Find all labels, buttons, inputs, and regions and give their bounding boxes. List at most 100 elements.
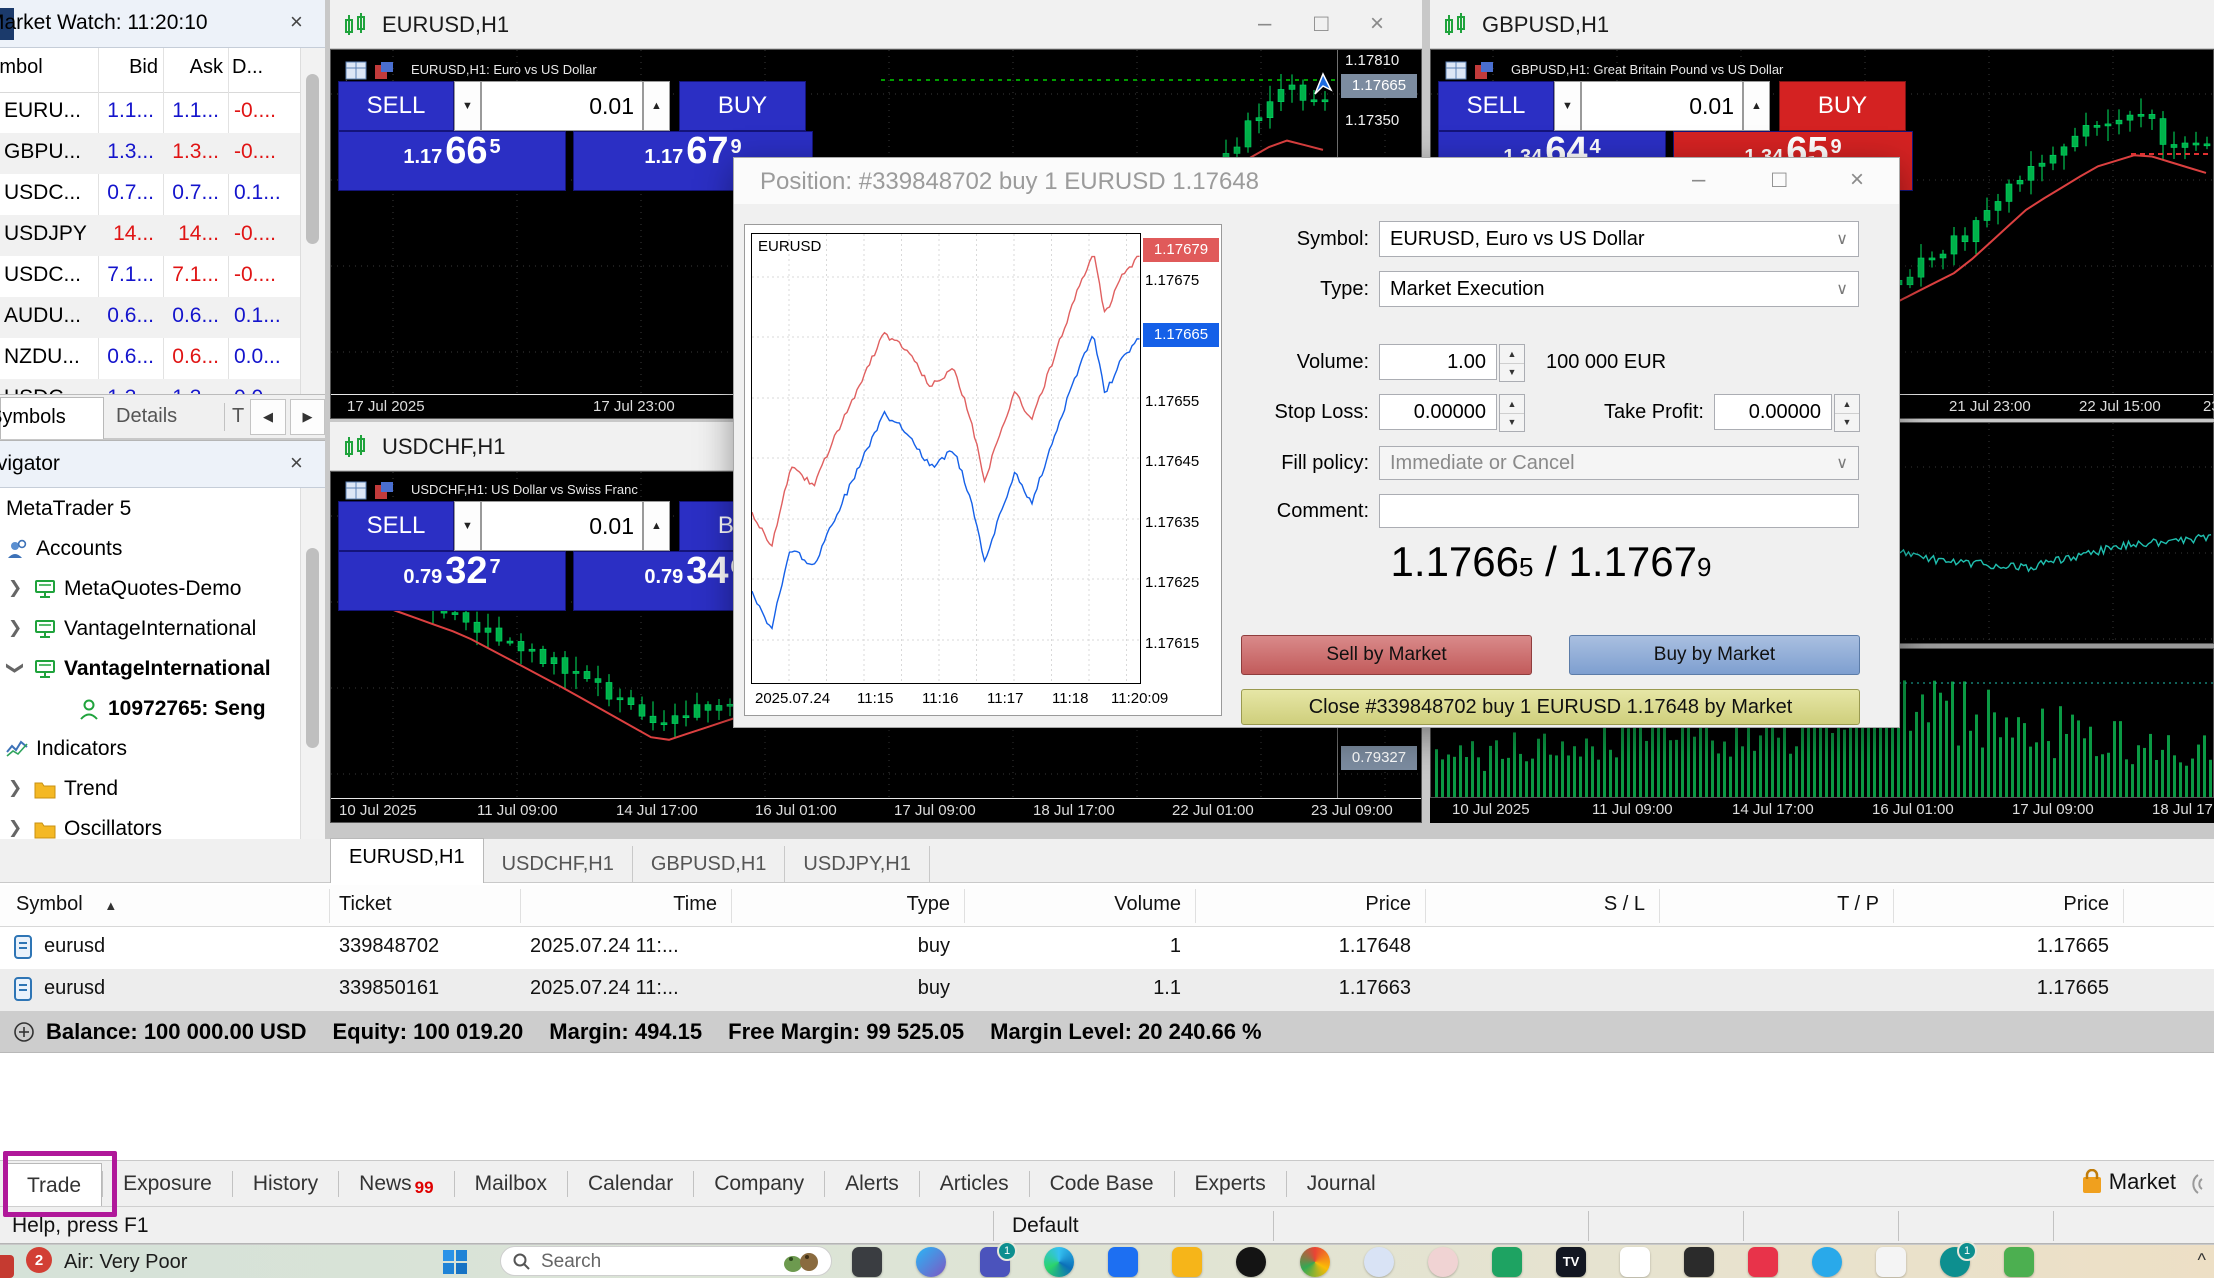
tab-scroll-left-icon[interactable]: ◀	[250, 399, 286, 435]
chart-tab-eurusd-h1[interactable]: EURUSD,H1	[330, 838, 484, 883]
col-header-s-l[interactable]: S / L	[1425, 893, 1645, 916]
tab-symbols[interactable]: Symbols	[0, 397, 104, 439]
market-watch-row[interactable]: USDC...0.7...0.7...0.1...	[0, 174, 300, 215]
search-input[interactable]: Search	[500, 1246, 832, 1276]
expander-icon[interactable]: ❯	[5, 661, 25, 675]
tree-item-vantageinternational[interactable]: ❯VantageInternational	[0, 610, 300, 650]
toolbox-tab-news[interactable]: News99	[339, 1162, 453, 1206]
col-header-t-p[interactable]: T / P	[1659, 893, 1879, 916]
volume-up-icon[interactable]: ▲	[643, 81, 670, 131]
chart-tab-gbpusd-h1[interactable]: GBPUSD,H1	[633, 846, 786, 883]
weather-text[interactable]: Air: Very Poor	[64, 1251, 187, 1274]
col-header-ticket[interactable]: Ticket	[339, 893, 392, 916]
volume-input[interactable]: 0.01	[1581, 81, 1743, 131]
buy-button[interactable]: BUY	[1779, 81, 1906, 131]
scrollbar-thumb[interactable]	[306, 548, 319, 748]
minimize-icon[interactable]: –	[1258, 10, 1271, 38]
toolbox-tab-experts[interactable]: Experts	[1175, 1162, 1286, 1206]
toolbox-tab-exposure[interactable]: Exposure	[103, 1162, 232, 1206]
col-daily[interactable]: D...	[232, 56, 263, 79]
market-watch-row[interactable]: GBPU...1.3...1.3...-0....	[0, 133, 300, 174]
col-ask[interactable]: Ask	[163, 56, 223, 79]
buy-by-market-button[interactable]: Buy by Market	[1569, 635, 1860, 675]
account-icon[interactable]	[1236, 1247, 1266, 1277]
close-position-button[interactable]: Close #339848702 buy 1 EURUSD 1.17648 by…	[1241, 689, 1860, 725]
threads-icon[interactable]	[1876, 1247, 1906, 1277]
position-row[interactable]: eurusd3398487022025.07.24 11:...buy11.17…	[0, 927, 2214, 969]
volume-down-icon[interactable]: ▼	[1554, 81, 1581, 131]
expander-icon[interactable]: ❯	[8, 618, 22, 638]
expand-icon[interactable]	[12, 1020, 36, 1044]
toolbox-tab-mailbox[interactable]: Mailbox	[455, 1162, 567, 1206]
col-header-time[interactable]: Time	[520, 893, 717, 916]
sell-by-market-button[interactable]: Sell by Market	[1241, 635, 1532, 675]
symbol-select[interactable]: EURUSD, Euro vs US Dollar∨	[1379, 221, 1859, 257]
teams-icon[interactable]: 1	[980, 1247, 1010, 1277]
expander-icon[interactable]: ❯	[8, 578, 22, 598]
tree-item-metaquotes-demo[interactable]: ❯MetaQuotes-Demo	[0, 570, 300, 610]
tray-expand-icon[interactable]: ^	[2198, 1250, 2206, 1271]
minimize-icon[interactable]: –	[1692, 166, 1705, 194]
eurusd-titlebar[interactable]: EURUSD,H1 – □ ×	[330, 0, 1422, 49]
navigator-scrollbar[interactable]	[300, 488, 325, 844]
maximize-icon[interactable]: □	[1772, 166, 1787, 194]
status-profile[interactable]: Default	[1012, 1214, 1079, 1238]
col-symbol[interactable]: Symbol	[0, 56, 43, 79]
maximize-icon[interactable]: □	[1314, 10, 1329, 38]
wallet-icon[interactable]	[1684, 1247, 1714, 1277]
sell-price[interactable]: 0.79 32 7	[338, 551, 566, 611]
telegram-icon[interactable]	[1812, 1247, 1842, 1277]
col-bid[interactable]: Bid	[98, 56, 158, 79]
volume-up-icon[interactable]: ▲	[643, 501, 670, 551]
drive-icon[interactable]	[1492, 1247, 1522, 1277]
scrollbar-thumb[interactable]	[306, 74, 319, 244]
position-row[interactable]: eurusd3398501612025.07.24 11:...buy1.11.…	[0, 969, 2214, 1011]
volume-input[interactable]: 0.01	[481, 81, 643, 131]
tab-details[interactable]: Details	[116, 405, 177, 428]
col-header-volume[interactable]: Volume	[964, 893, 1181, 916]
toolbox-tab-history[interactable]: History	[233, 1162, 338, 1206]
tree-item-vantageinternational[interactable]: ❯VantageInternational	[0, 650, 300, 690]
comment-input[interactable]	[1379, 494, 1859, 528]
tradingview-icon[interactable]: TV	[1556, 1247, 1586, 1277]
col-header-symbol[interactable]: Symbol ▲	[16, 893, 117, 916]
photos-icon[interactable]	[1748, 1247, 1778, 1277]
tree-item-trend[interactable]: ❯Trend	[0, 770, 300, 810]
volume-field[interactable]: 1.00	[1379, 344, 1497, 380]
toolbox-tab-company[interactable]: Company	[694, 1162, 824, 1206]
volume-up-icon[interactable]: ▲	[1743, 81, 1770, 131]
volume-spinner[interactable]: ▲▼	[1499, 344, 1525, 382]
volume-down-icon[interactable]: ▼	[454, 501, 481, 551]
clipchamp-icon[interactable]	[1620, 1247, 1650, 1277]
toolbox-tab-articles[interactable]: Articles	[920, 1162, 1029, 1206]
close-icon[interactable]: ×	[290, 452, 303, 474]
buy-button[interactable]: BUY	[679, 81, 806, 131]
tree-item-10972765-seng[interactable]: 10972765: Seng	[0, 690, 300, 730]
toolbox-tab-code-base[interactable]: Code Base	[1030, 1162, 1174, 1206]
chrome-profile-a-icon[interactable]	[1364, 1247, 1394, 1277]
weather-icon[interactable]	[0, 1255, 14, 1278]
chrome-icon[interactable]	[1300, 1247, 1330, 1277]
leaf-icon[interactable]	[2004, 1247, 2034, 1277]
market-watch-row[interactable]: EURU...1.1...1.1...-0....	[0, 92, 300, 133]
apps-icon[interactable]	[852, 1247, 882, 1277]
edge-icon[interactable]	[1044, 1247, 1074, 1277]
stop-loss-spinner[interactable]: ▲▼	[1499, 394, 1525, 432]
tab-ticks[interactable]: T	[232, 405, 244, 428]
sell-price[interactable]: 1.17 66 5	[338, 131, 566, 191]
volume-down-icon[interactable]: ▼	[454, 81, 481, 131]
chrome-profile-b-icon[interactable]	[1428, 1247, 1458, 1277]
start-button-icon[interactable]	[442, 1249, 468, 1275]
close-icon[interactable]: ×	[1850, 166, 1864, 194]
toolbox-tab-alerts[interactable]: Alerts	[825, 1162, 919, 1206]
type-select[interactable]: Market Execution∨	[1379, 271, 1859, 307]
expander-icon[interactable]: ❯	[8, 778, 22, 798]
priority-one-icon[interactable]: 1	[1940, 1247, 1970, 1277]
take-profit-spinner[interactable]: ▲▼	[1834, 394, 1860, 432]
toolbox-tab-calendar[interactable]: Calendar	[568, 1162, 693, 1206]
market-watch-scrollbar[interactable]	[300, 48, 325, 394]
chart-tab-usdjpy-h1[interactable]: USDJPY,H1	[785, 846, 929, 883]
market-button[interactable]: Market	[2081, 1169, 2176, 1195]
market-watch-row[interactable]: AUDU...0.6...0.6...0.1...	[0, 297, 300, 338]
close-icon[interactable]: ×	[1370, 10, 1384, 38]
